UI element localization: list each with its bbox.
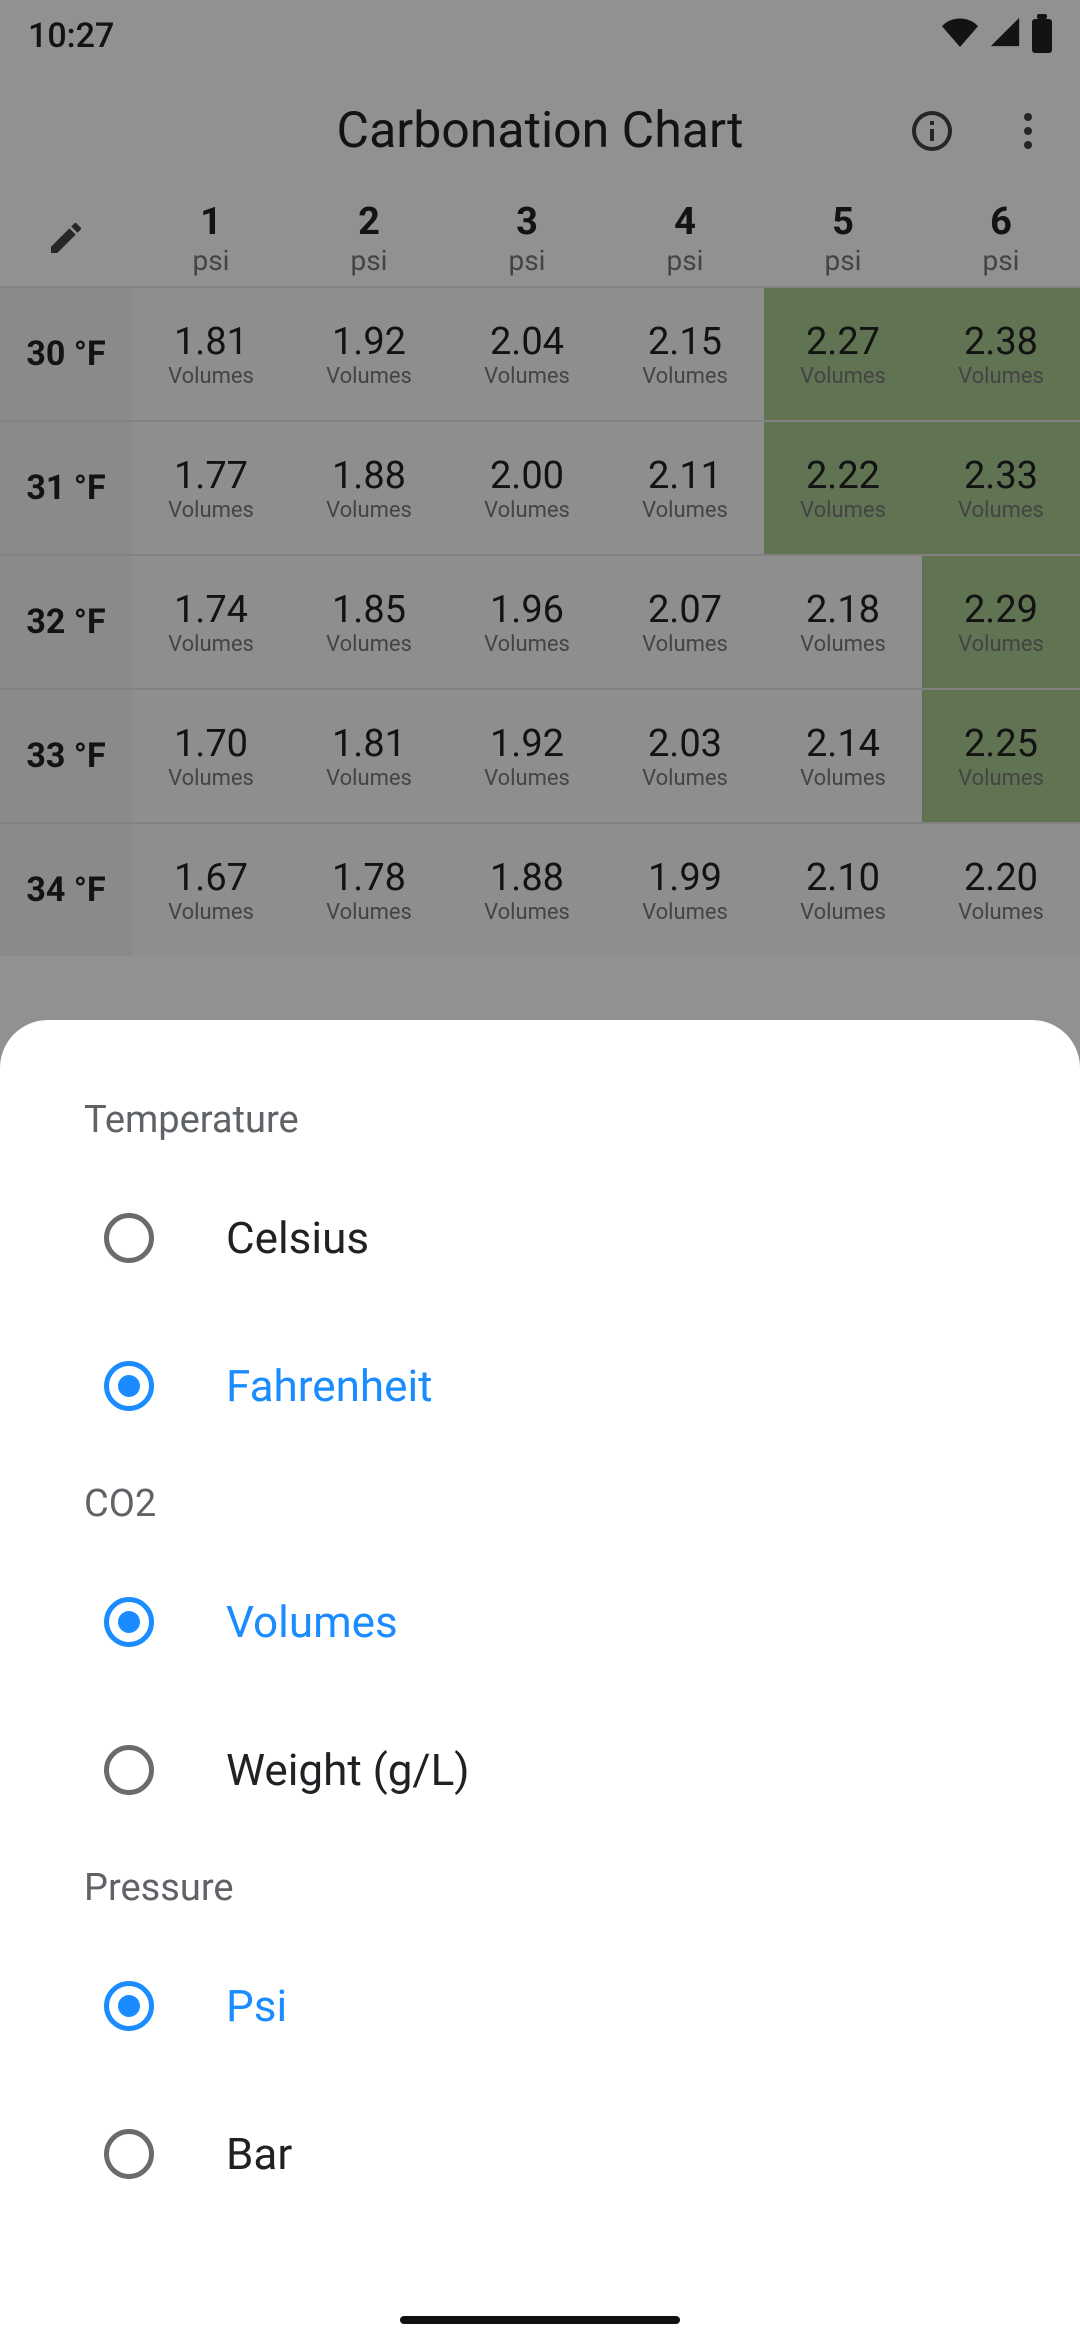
radio-label: Fahrenheit [226,1360,433,1412]
radio-icon[interactable] [104,1361,154,1411]
radio-icon[interactable] [104,1745,154,1795]
radio-label: Weight (g/L) [226,1744,470,1796]
radio-label: Bar [226,2128,292,2180]
radio-option-fahrenheit[interactable]: Fahrenheit [0,1312,1080,1460]
radio-option-bar[interactable]: Bar [0,2080,1080,2228]
radio-label: Celsius [226,1212,369,1264]
section-title: Temperature [0,1076,1080,1164]
radio-option-volumes[interactable]: Volumes [0,1548,1080,1696]
radio-icon[interactable] [104,1213,154,1263]
section-title: CO2 [0,1460,1080,1548]
home-indicator [400,2316,680,2324]
radio-label: Volumes [226,1596,398,1648]
radio-option-psi[interactable]: Psi [0,1932,1080,2080]
radio-label: Psi [226,1980,287,2032]
radio-option-celsius[interactable]: Celsius [0,1164,1080,1312]
radio-icon[interactable] [104,1981,154,2031]
radio-option-weight-g-l-[interactable]: Weight (g/L) [0,1696,1080,1844]
radio-icon[interactable] [104,2129,154,2179]
section-title: Pressure [0,1844,1080,1932]
radio-icon[interactable] [104,1597,154,1647]
settings-bottom-sheet: Temperature Celsius Fahrenheit CO2 Volumes We… [0,1020,1080,2340]
